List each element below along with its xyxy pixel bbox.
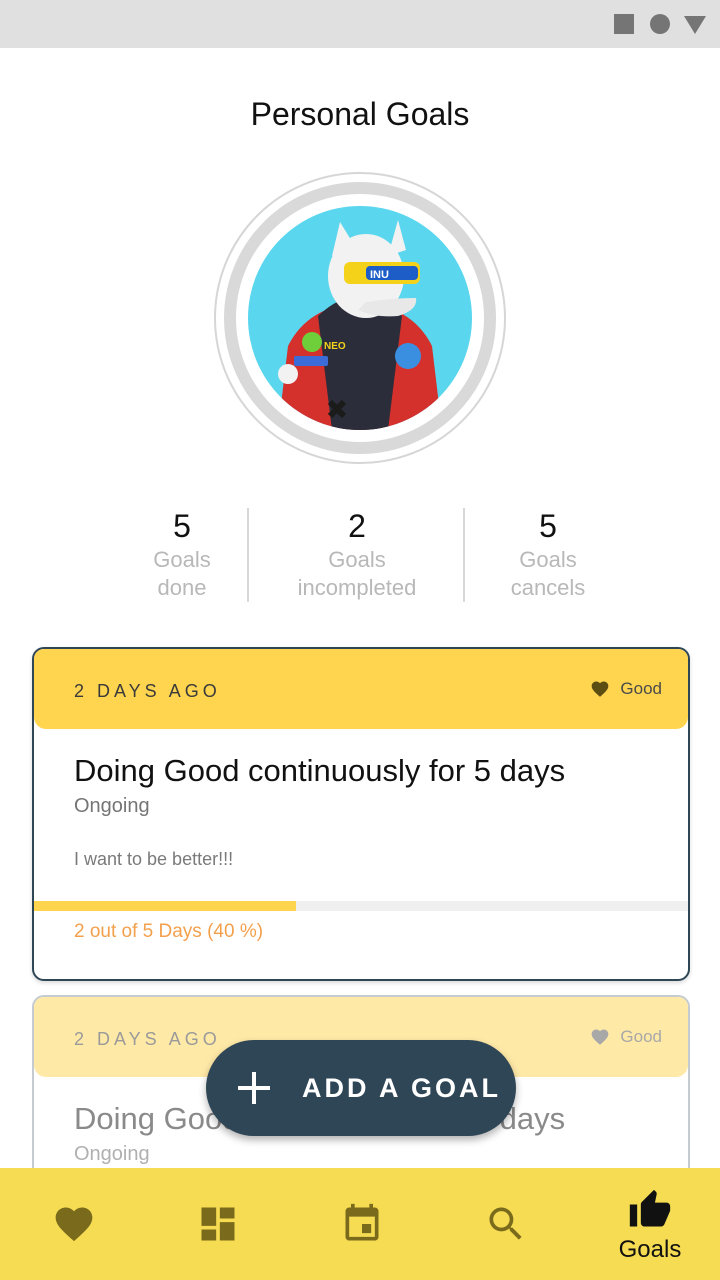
stat-divider [463, 508, 465, 602]
goal-tag: Good [590, 1027, 662, 1047]
back-icon[interactable] [684, 16, 706, 34]
nav-item-calendar[interactable] [290, 1168, 434, 1280]
nav-item-search[interactable] [434, 1168, 578, 1280]
goal-card-header: 2 DAYS AGO Good [34, 649, 688, 729]
add-goal-button[interactable]: ADD A GOAL [206, 1040, 516, 1136]
goal-title: Doing Good continuously for 5 days [74, 753, 566, 788]
goal-status: Ongoing [74, 1143, 150, 1165]
search-icon [489, 1207, 522, 1240]
stat-label-line1: Goals [153, 547, 211, 572]
goal-status: Ongoing [74, 795, 150, 817]
goal-tag-label: Good [620, 1027, 662, 1046]
goal-date: 2 DAYS AGO [74, 681, 221, 701]
system-status-bar [0, 0, 720, 48]
goal-date: 2 DAYS AGO [74, 1029, 221, 1049]
dashboard-icon [201, 1207, 235, 1241]
goal-tag: Good [590, 679, 662, 699]
goal-card[interactable]: 2 DAYS AGO Good Doing Good continuously … [32, 647, 690, 981]
stat-goals-done: 5 Goals done [116, 506, 248, 602]
nav-item-dashboard[interactable] [146, 1168, 290, 1280]
avatar[interactable]: INU NEO [248, 206, 472, 430]
plus-icon [238, 1072, 270, 1104]
goal-progress-bar [34, 901, 688, 911]
stat-label-line2: incompleted [297, 575, 417, 600]
stat-label-line2: done [157, 575, 207, 600]
bottom-navigation: Goals [0, 1168, 720, 1280]
stat-goals-incompleted: 2 Goals incompleted [250, 506, 464, 602]
goal-tag-label: Good [620, 679, 662, 698]
visor-text: INU [370, 269, 389, 281]
nav-item-favorites[interactable] [2, 1168, 146, 1280]
app-screen: Personal Goals INU NEO 5 Goals done 2 Go… [0, 0, 720, 1280]
heart-icon [55, 1207, 93, 1242]
stat-value: 5 [539, 508, 557, 544]
stat-label-line1: Goals [328, 547, 386, 572]
stat-goals-cancels: 5 Goals cancels [466, 506, 630, 602]
page-title: Personal Goals [250, 96, 470, 132]
thumb-up-icon [629, 1189, 671, 1227]
goal-progress-fill [34, 901, 296, 911]
nav-item-goals[interactable]: Goals [578, 1168, 720, 1280]
goal-description: I want to be better!!! [74, 849, 234, 869]
stat-label-line2: cancels [510, 575, 586, 600]
stat-value: 5 [173, 508, 191, 544]
home-icon[interactable] [650, 14, 670, 34]
recent-apps-icon[interactable] [614, 14, 634, 34]
heart-icon [592, 681, 609, 697]
avatar-image: INU NEO [278, 220, 442, 430]
nav-label-goals: Goals [618, 1236, 682, 1263]
goal-progress-text: 2 out of 5 Days (40 %) [74, 921, 264, 942]
stat-divider [247, 508, 249, 602]
stat-value: 2 [348, 508, 366, 544]
calendar-icon [345, 1203, 379, 1241]
add-goal-label: ADD A GOAL [302, 1072, 501, 1103]
goal-stats: 5 Goals done 2 Goals incompleted 5 Goals… [116, 506, 612, 602]
patch-text: NEO [324, 341, 346, 352]
heart-icon [592, 1029, 609, 1045]
stat-label-line1: Goals [519, 547, 577, 572]
